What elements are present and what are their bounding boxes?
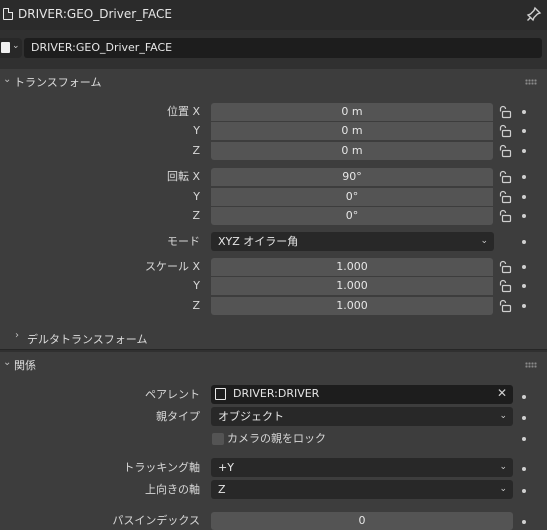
transform-panel-header[interactable]: ⌄ トランスフォーム xyxy=(0,69,547,93)
scale-y-field[interactable]: 1.000 xyxy=(211,277,493,295)
keyframe-dot-icon[interactable] xyxy=(522,240,526,244)
chevron-down-icon: ⌄ xyxy=(12,41,20,51)
keyframe-dot-icon[interactable] xyxy=(522,110,526,114)
keyframe-dot-icon[interactable] xyxy=(522,195,526,199)
lock-icon[interactable] xyxy=(498,279,512,293)
scale-y-label: Y xyxy=(193,279,200,292)
keyframe-dot-icon[interactable] xyxy=(522,304,526,308)
lock-icon[interactable] xyxy=(498,170,512,184)
lock-icon[interactable] xyxy=(498,124,512,138)
scale-z-field[interactable]: 1.000 xyxy=(211,297,493,315)
lock-icon[interactable] xyxy=(498,209,512,223)
keyframe-dot-icon[interactable] xyxy=(522,520,526,524)
lock-icon[interactable] xyxy=(498,299,512,313)
header-title: DRIVER:GEO_Driver_FACE xyxy=(18,7,172,21)
object-name-field[interactable]: DRIVER:GEO_Driver_FACE xyxy=(24,38,542,58)
camera-parent-lock-checkbox[interactable] xyxy=(212,433,224,445)
rotation-x-field[interactable]: 90° xyxy=(211,168,493,186)
object-data-icon xyxy=(3,8,13,20)
tracking-axis-label: トラッキング軸 xyxy=(123,461,200,474)
rotation-mode-dropdown[interactable]: XYZ オイラー角 ⌄ xyxy=(211,232,494,251)
chevron-right-icon[interactable]: › xyxy=(15,330,19,341)
keyframe-dot-icon[interactable] xyxy=(522,395,526,399)
lock-icon[interactable] xyxy=(498,190,512,204)
chevron-down-icon: ⌄ xyxy=(499,462,507,472)
keyframe-dot-icon[interactable] xyxy=(522,437,526,441)
object-name-row: ⌄ DRIVER:GEO_Driver_FACE xyxy=(0,38,547,60)
rotation-mode-value: XYZ オイラー角 xyxy=(218,235,299,248)
location-x-field[interactable]: 0 m xyxy=(211,103,493,121)
mode-label: モード xyxy=(167,235,200,248)
panel-divider xyxy=(0,349,547,350)
tracking-axis-value: +Y xyxy=(218,461,234,474)
properties-header: DRIVER:GEO_Driver_FACE xyxy=(0,0,547,30)
object-icon xyxy=(1,42,10,53)
keyframe-dot-icon[interactable] xyxy=(522,149,526,153)
object-type-selector[interactable]: ⌄ xyxy=(0,38,22,58)
chevron-down-icon: ⌄ xyxy=(3,74,12,85)
drag-grip-icon[interactable] xyxy=(525,79,537,85)
location-z-field[interactable]: 0 m xyxy=(211,142,493,160)
keyframe-dot-icon[interactable] xyxy=(522,214,526,218)
rotation-x-label: 回転 X xyxy=(166,170,200,183)
scale-x-field[interactable]: 1.000 xyxy=(211,258,493,276)
parent-label: ペアレント xyxy=(145,388,200,401)
parent-field[interactable]: DRIVER:DRIVER ✕ xyxy=(211,385,513,404)
keyframe-dot-icon[interactable] xyxy=(522,489,526,493)
chevron-down-icon: ⌄ xyxy=(480,236,488,246)
rotation-y-label: Y xyxy=(193,190,200,203)
chevron-down-icon: ⌄ xyxy=(3,357,12,368)
pin-icon[interactable] xyxy=(525,5,543,23)
lock-icon[interactable] xyxy=(498,260,512,274)
scale-z-label: Z xyxy=(192,299,200,312)
keyframe-dot-icon[interactable] xyxy=(522,175,526,179)
scale-x-label: スケール X xyxy=(144,260,200,273)
parent-type-dropdown[interactable]: オブジェクト ⌄ xyxy=(211,407,513,426)
keyframe-dot-icon[interactable] xyxy=(522,265,526,269)
parent-value: DRIVER:DRIVER xyxy=(233,387,320,400)
panel-title: 関係 xyxy=(14,359,36,372)
relations-panel-header[interactable]: ⌄ 関係 xyxy=(0,352,547,376)
close-icon[interactable]: ✕ xyxy=(497,386,507,400)
location-y-label: Y xyxy=(193,124,200,137)
drag-grip-icon[interactable] xyxy=(525,362,537,368)
rotation-z-field[interactable]: 0° xyxy=(211,207,493,225)
lock-icon[interactable] xyxy=(498,144,512,158)
object-icon xyxy=(215,388,226,400)
rotation-y-field[interactable]: 0° xyxy=(211,188,493,206)
camera-parent-lock-label: カメラの親をロック xyxy=(227,432,326,445)
transform-panel: ⌄ トランスフォーム 位置 X 0 m Y 0 m Z 0 m 回転 X 90°… xyxy=(0,69,547,349)
rotation-z-label: Z xyxy=(192,209,200,222)
parent-type-label: 親タイプ xyxy=(156,410,200,423)
delta-transform-header[interactable]: デルタトランスフォーム xyxy=(27,331,147,347)
up-axis-dropdown[interactable]: Z ⌄ xyxy=(211,480,513,499)
relations-panel: ⌄ 関係 ペアレント DRIVER:DRIVER ✕ 親タイプ オブジェクト ⌄… xyxy=(0,352,547,530)
keyframe-dot-icon[interactable] xyxy=(522,129,526,133)
up-axis-value: Z xyxy=(218,483,226,496)
chevron-down-icon: ⌄ xyxy=(499,411,507,421)
pass-index-field[interactable]: 0 xyxy=(211,512,513,530)
keyframe-dot-icon[interactable] xyxy=(522,467,526,471)
panel-title: トランスフォーム xyxy=(14,76,102,89)
pass-index-label: パスインデックス xyxy=(112,514,200,527)
up-axis-label: 上向きの軸 xyxy=(145,483,200,496)
chevron-down-icon: ⌄ xyxy=(499,484,507,494)
keyframe-dot-icon[interactable] xyxy=(522,416,526,420)
parent-type-value: オブジェクト xyxy=(218,410,284,423)
location-y-field[interactable]: 0 m xyxy=(211,122,493,140)
location-z-label: Z xyxy=(192,144,200,157)
keyframe-dot-icon[interactable] xyxy=(522,284,526,288)
lock-icon[interactable] xyxy=(498,105,512,119)
location-x-label: 位置 X xyxy=(166,105,200,118)
tracking-axis-dropdown[interactable]: +Y ⌄ xyxy=(211,458,513,477)
